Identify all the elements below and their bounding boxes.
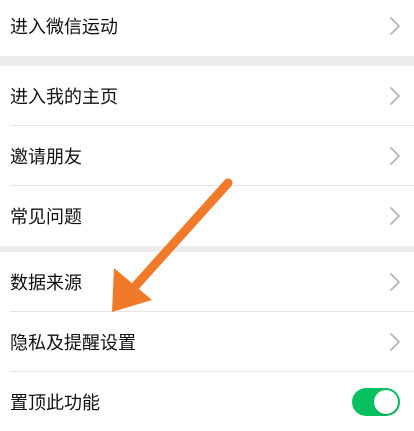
row-label: 数据来源 [10,273,82,294]
row-enter-wechat-sport[interactable]: 进入微信运动 [0,0,414,56]
chevron-right-icon [390,333,400,351]
row-pin-to-top: 置顶此功能 [0,372,414,431]
chevron-right-icon [390,207,400,225]
row-label: 常见问题 [10,207,82,228]
row-faq[interactable]: 常见问题 [0,186,414,246]
row-label: 进入我的主页 [10,87,118,108]
row-label: 进入微信运动 [10,17,118,38]
row-invite-friends[interactable]: 邀请朋友 [0,126,414,186]
row-label: 隐私及提醒设置 [10,333,136,354]
chevron-right-icon [390,17,400,35]
row-enter-my-homepage[interactable]: 进入我的主页 [0,66,414,126]
chevron-right-icon [390,147,400,165]
row-label: 邀请朋友 [10,147,82,168]
row-data-source[interactable]: 数据来源 [0,252,414,312]
row-label: 置顶此功能 [10,393,100,414]
wechat-sport-settings-screen: 进入微信运动 进入我的主页 邀请朋友 常见问题 数据来源 隐私及提醒设置 置顶此… [0,0,414,431]
row-privacy-reminder-settings[interactable]: 隐私及提醒设置 [0,312,414,372]
chevron-right-icon [390,273,400,291]
chevron-right-icon [390,87,400,105]
toggle-knob [374,390,398,414]
pin-to-top-toggle[interactable] [352,388,400,416]
